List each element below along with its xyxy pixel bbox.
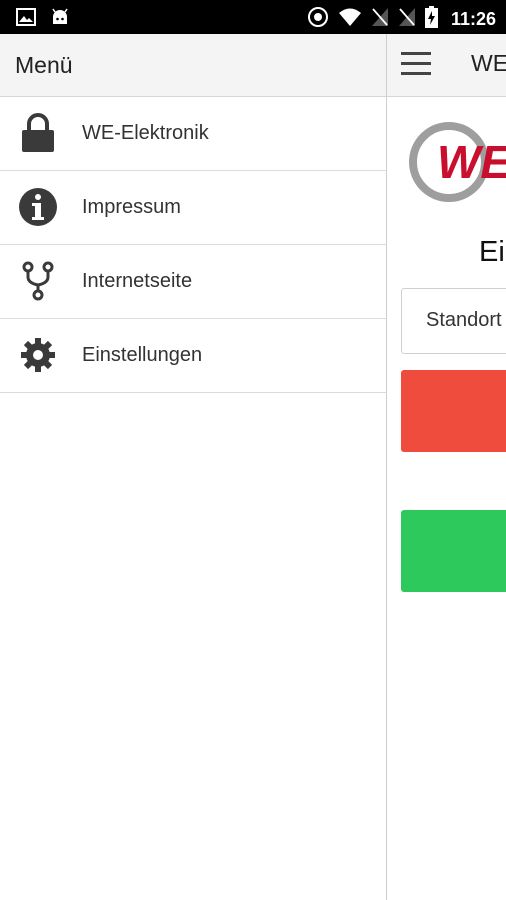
drawer-title: Menü — [15, 51, 73, 78]
status-time: 11:26 — [450, 9, 496, 29]
menu-item-label: Internetseite — [82, 270, 193, 292]
image-icon — [16, 8, 36, 31]
main-content: WE WE Ei Standort — [387, 34, 506, 900]
status-right-icons: 11:26 — [307, 6, 496, 33]
battery-charging-icon — [424, 6, 438, 33]
app-title: WE — [471, 50, 506, 76]
status-left-icons — [16, 7, 70, 32]
menu-item-einstellungen[interactable]: Einstellungen — [0, 319, 386, 393]
main-toolbar: WE — [387, 34, 506, 97]
sync-icon — [307, 6, 329, 33]
no-signal-icon — [398, 7, 416, 32]
wifi-icon — [338, 7, 362, 32]
menu-item-label: Einstellungen — [82, 344, 203, 366]
info-icon — [18, 187, 58, 227]
navigation-drawer: Menü WE-Elektronik Impressum Internetsei… — [0, 34, 387, 900]
location-select-value: Standort — [426, 309, 502, 331]
menu-item-label: Impressum — [82, 196, 181, 218]
menu-icon[interactable] — [401, 52, 431, 78]
green-action-button[interactable] — [401, 510, 506, 592]
drawer-header: Menü — [0, 34, 386, 97]
status-bar: 11:26 — [0, 0, 506, 34]
gear-icon — [18, 335, 58, 375]
menu-item-we-elektronik[interactable]: WE-Elektronik — [0, 97, 386, 171]
menu-item-impressum[interactable]: Impressum — [0, 171, 386, 245]
we-logo: WE — [407, 122, 506, 202]
red-action-button[interactable] — [401, 370, 506, 452]
lock-icon — [18, 113, 58, 153]
location-select[interactable]: Standort — [401, 288, 506, 354]
no-signal-icon — [371, 7, 389, 32]
logo-text: WE — [437, 136, 506, 188]
android-icon — [50, 7, 70, 32]
menu-item-label: WE-Elektronik — [82, 122, 209, 144]
menu-item-internetseite[interactable]: Internetseite — [0, 245, 386, 319]
fork-icon — [18, 261, 58, 301]
page-heading: Ei — [479, 236, 505, 268]
